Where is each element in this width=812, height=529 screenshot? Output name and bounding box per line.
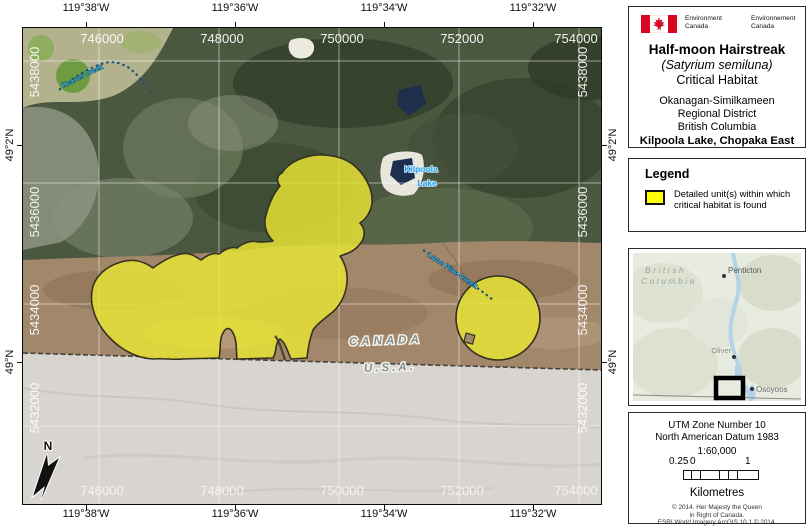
easting-label-bottom: 748000 bbox=[200, 483, 243, 498]
canada-flag-icon bbox=[641, 15, 677, 33]
scale-bar-cell bbox=[729, 470, 738, 480]
copyright-text: © 2014. Her Majesty the Queen in Right o… bbox=[629, 504, 805, 527]
scale-bar-cell bbox=[738, 470, 759, 480]
habitat-east-notch bbox=[464, 333, 475, 344]
utm-zone-text: UTM Zone Number 10 bbox=[629, 420, 805, 432]
northing-label-right: 5438000 bbox=[575, 47, 590, 98]
scale-bar-label-quarter: 0.25 bbox=[669, 456, 688, 467]
legend-item-habitat: Detailed unit(s) within which critical h… bbox=[645, 188, 797, 210]
lake-label-line1: Kilpoola bbox=[404, 164, 438, 174]
easting-label-top: 750000 bbox=[320, 31, 363, 46]
city-dot-penticton bbox=[722, 274, 726, 278]
graticule-tick bbox=[235, 22, 236, 27]
dept-en-line2: Canada bbox=[685, 23, 722, 31]
easting-label-bottom: 752000 bbox=[440, 483, 483, 498]
northing-label-left: 5438000 bbox=[27, 47, 42, 98]
country-label-usa: U.S.A. bbox=[364, 361, 416, 375]
latitude-label-left: 49°2'N bbox=[4, 129, 16, 162]
habitat-unit-east bbox=[456, 276, 540, 360]
northing-label-right: 5432000 bbox=[575, 383, 590, 434]
scale-bar-cell bbox=[692, 470, 701, 480]
northing-label-left: 5436000 bbox=[27, 187, 42, 238]
dept-fr-line1: Environnement bbox=[751, 15, 795, 23]
scale-bar-segments bbox=[683, 470, 759, 480]
scale-bar-cell bbox=[701, 470, 720, 480]
scale-ratio: 1:60,000 bbox=[629, 446, 805, 457]
longitude-label-bottom: 119°34'W bbox=[361, 508, 408, 520]
dept-fr-line2: Canada bbox=[751, 23, 795, 31]
scale-units-label: Kilometres bbox=[629, 487, 805, 499]
map-title-doctype: Critical Habitat bbox=[629, 73, 805, 87]
longitude-label-top: 119°36'W bbox=[212, 2, 259, 14]
northing-label-left: 5434000 bbox=[27, 285, 42, 336]
easting-label-top: 752000 bbox=[440, 31, 483, 46]
dept-name-fr: Environnement Canada bbox=[751, 15, 795, 30]
scale-panel: UTM Zone Number 10 North American Datum … bbox=[628, 412, 806, 524]
dept-en-line1: Environment bbox=[685, 15, 722, 23]
copyright-line1: © 2014. Her Majesty the Queen bbox=[629, 504, 805, 512]
scale-bar-label-one: 1 bbox=[745, 456, 751, 467]
easting-label-top: 746000 bbox=[80, 31, 123, 46]
map-title-species: Half-moon Hairstreak bbox=[629, 42, 805, 57]
legend-item-line2: critical habitat is found bbox=[674, 199, 797, 210]
terrain-usa bbox=[23, 353, 601, 504]
map-region-line3: British Columbia bbox=[629, 121, 805, 133]
latitude-label-right: 49°N bbox=[607, 350, 619, 375]
longitude-label-bottom: 119°32'W bbox=[510, 508, 557, 520]
easting-label-bottom: 754000 bbox=[554, 483, 597, 498]
longitude-label-top: 119°34'W bbox=[361, 2, 408, 14]
longitude-label-bottom: 119°36'W bbox=[212, 508, 259, 520]
legend-item-line1: Detailed unit(s) within which bbox=[674, 188, 797, 199]
locator-panel: British Columbia Penticton Oliver Osoyoo… bbox=[628, 248, 806, 406]
locator-map: British Columbia Penticton Oliver Osoyoo… bbox=[633, 253, 801, 401]
legend-item-text: Detailed unit(s) within which critical h… bbox=[674, 188, 797, 210]
northing-label-left: 5432000 bbox=[27, 383, 42, 434]
northing-label-right: 5436000 bbox=[575, 187, 590, 238]
north-arrow-label: N bbox=[44, 439, 53, 453]
easting-label-bottom: 750000 bbox=[320, 483, 363, 498]
scale-bar-cell bbox=[683, 470, 692, 480]
agency-header: Environment Canada Environnement Canada bbox=[639, 14, 795, 38]
easting-label-bottom: 746000 bbox=[80, 483, 123, 498]
city-label-osoyoos: Osoyoos bbox=[756, 385, 788, 394]
map-canvas: Lone Pine Creek Kearns Creek Kilpoola La… bbox=[23, 28, 601, 504]
legend-panel: Legend Detailed unit(s) within which cri… bbox=[628, 158, 806, 232]
graticule-tick bbox=[533, 22, 534, 27]
scale-bar-label-zero: 0 bbox=[690, 456, 696, 467]
habitat-swatch bbox=[645, 190, 665, 205]
graticule-tick bbox=[17, 145, 22, 146]
graticule-tick bbox=[17, 362, 22, 363]
longitude-label-top: 119°32'W bbox=[510, 2, 557, 14]
city-label-penticton: Penticton bbox=[728, 266, 761, 275]
map-title-latin: (Satyrium semiluna) bbox=[629, 58, 805, 72]
city-dot-oliver bbox=[732, 355, 736, 359]
easting-label-top: 754000 bbox=[554, 31, 597, 46]
scale-bar: 0.25 0 1 bbox=[629, 458, 805, 484]
graticule-tick bbox=[384, 22, 385, 27]
legend-heading: Legend bbox=[645, 167, 805, 181]
copyright-line3: ESRI World Imagery ArcGIS 10.1 © 2014. bbox=[629, 519, 805, 527]
northing-label-right: 5434000 bbox=[575, 285, 590, 336]
datum-text: North American Datum 1983 bbox=[629, 432, 805, 444]
city-label-oliver: Oliver bbox=[711, 346, 731, 355]
longitude-label-bottom: 119°38'W bbox=[63, 508, 110, 520]
longitude-label-top: 119°38'W bbox=[63, 2, 110, 14]
lake-label-line2: Lake bbox=[417, 178, 437, 188]
main-map: Lone Pine Creek Kearns Creek Kilpoola La… bbox=[22, 27, 602, 505]
map-unit-names: Kilpoola Lake, Chopaka East bbox=[629, 135, 805, 147]
city-dot-osoyoos bbox=[750, 387, 754, 391]
locator-province-line1: British bbox=[645, 265, 686, 275]
latitude-label-right: 49°2'N bbox=[607, 129, 619, 162]
graticule-tick bbox=[86, 22, 87, 27]
locator-province-line2: Columbia bbox=[641, 276, 697, 286]
scale-bar-cell bbox=[720, 470, 729, 480]
dept-name-en: Environment Canada bbox=[685, 15, 722, 30]
title-panel: Environment Canada Environnement Canada … bbox=[628, 6, 806, 148]
map-region-line1: Okanagan-Similkameen bbox=[629, 95, 805, 107]
latitude-label-left: 49°N bbox=[4, 350, 16, 375]
map-region-line2: Regional District bbox=[629, 108, 805, 120]
sand-patch bbox=[289, 38, 315, 58]
easting-label-top: 748000 bbox=[200, 31, 243, 46]
map-document-page: Lone Pine Creek Kearns Creek Kilpoola La… bbox=[0, 0, 812, 529]
